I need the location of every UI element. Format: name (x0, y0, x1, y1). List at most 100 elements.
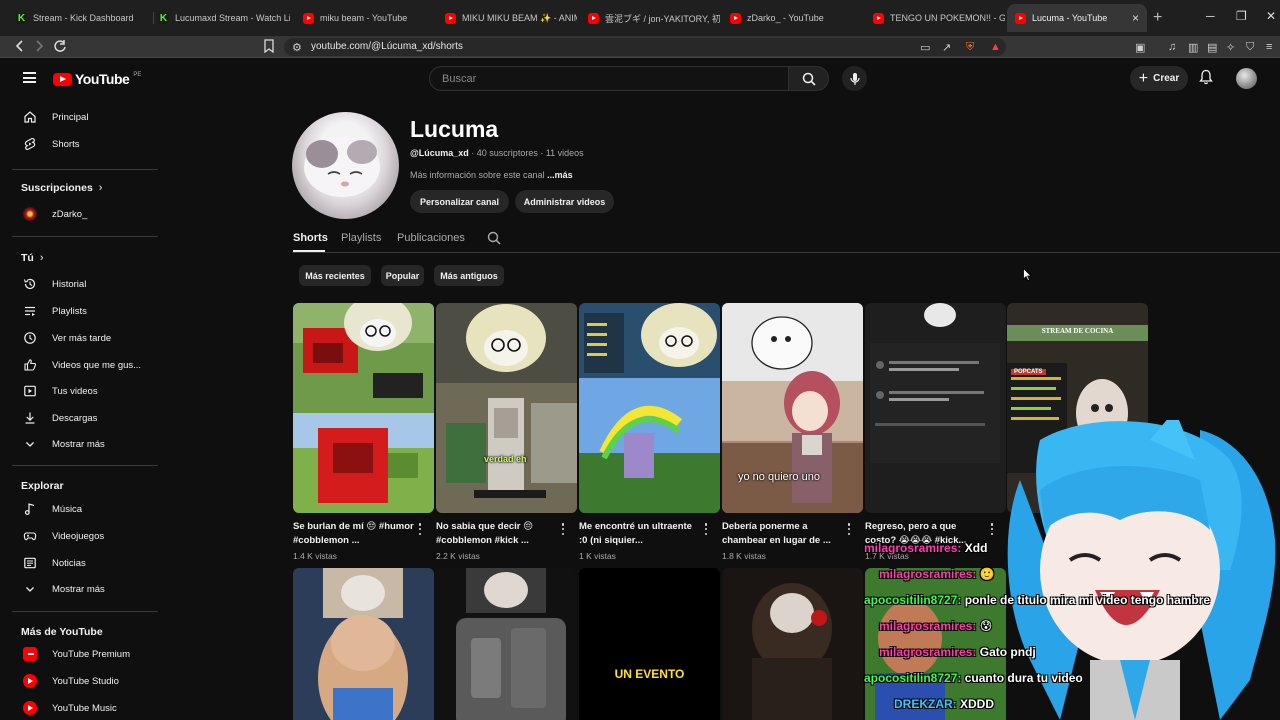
back-button[interactable] (14, 39, 26, 56)
browser-tab-active[interactable]: Lucuma - YouTube × (1007, 4, 1147, 32)
extension-icon[interactable]: ▣ (1135, 41, 1145, 54)
window-close-button[interactable]: ✕ (1266, 9, 1276, 23)
media-icon[interactable]: ♫ (1168, 41, 1176, 53)
tab-playlists[interactable]: Playlists (341, 232, 381, 244)
leo-icon[interactable]: ✧ (1226, 41, 1235, 54)
sidebar-item-playlists[interactable]: Playlists (9, 298, 157, 324)
short-title[interactable]: Me encontré un ultraente :0 (ni siquier.… (579, 520, 701, 548)
sidebar-item-your-videos[interactable]: Tus videos (9, 378, 157, 404)
reload-icon (54, 40, 66, 52)
short-card[interactable]: Se burlan de mí 😔 #humor #cobblemon ... … (293, 303, 434, 563)
you-header[interactable]: Tú › (21, 252, 44, 264)
short-title[interactable]: Debería ponerme a chambear en lugar de .… (722, 520, 844, 548)
channel-avatar[interactable] (292, 112, 399, 219)
sidebar-item-label: YouTube Studio (52, 675, 119, 687)
chip-oldest[interactable]: Más antiguos (434, 265, 504, 286)
sidebar-item-history[interactable]: Historial (9, 271, 157, 297)
short-thumbnail[interactable] (722, 568, 863, 720)
browser-tab[interactable]: miku beam - YouTube (295, 4, 435, 32)
youtube-icon (588, 12, 599, 24)
sidebar-item-youtube-premium[interactable]: YouTube Premium (9, 641, 157, 667)
sidebar-item-youtube-music[interactable]: YouTube Music (9, 695, 157, 720)
customize-channel-button[interactable]: Personalizar canal (410, 190, 509, 213)
sidebar-item-home[interactable]: Principal (9, 104, 157, 130)
menu-icon[interactable]: ≡ (1266, 41, 1272, 53)
site-settings-icon[interactable]: ⚙ (292, 41, 302, 54)
brave-shield-icon[interactable]: ⛨ (966, 41, 974, 54)
chip-latest[interactable]: Más recientes (299, 265, 371, 286)
more-options-icon[interactable] (847, 523, 851, 535)
browser-tab[interactable]: K Stream - Kick Dashboard (8, 4, 153, 32)
short-thumbnail[interactable] (436, 568, 577, 720)
short-title[interactable]: Se burlan de mí 😔 #humor #cobblemon ... (293, 520, 415, 548)
tab-label: 雲泥ブギ / jon-YAKITORY, 初音 (605, 13, 720, 24)
voice-search-button[interactable] (842, 66, 867, 91)
sidebar-item-downloads[interactable]: Descargas (9, 405, 157, 431)
manage-videos-button[interactable]: Administrar videos (515, 190, 614, 213)
sidebar-item-zdarko[interactable]: zDarko_ (9, 201, 157, 227)
sidebar-item-news[interactable]: Noticias (9, 550, 157, 576)
short-thumbnail[interactable] (579, 303, 720, 513)
search-input[interactable] (430, 67, 788, 90)
bookmark-button[interactable] (264, 39, 274, 56)
short-card[interactable]: yo no quiero uno Debería ponerme a chamb… (722, 303, 863, 563)
url-field[interactable]: ⚙ youtube.com/@Lúcuma_xd/shorts ▭ ↗ ⛨ ▲ (284, 38, 1006, 56)
tab-publicaciones[interactable]: Publicaciones (397, 232, 465, 244)
short-title[interactable]: No sabia que decir 😔 #cobblemon #kick ..… (436, 520, 558, 548)
short-thumbnail[interactable] (865, 303, 1006, 513)
more-options-icon[interactable] (561, 523, 565, 535)
channel-search-button[interactable] (487, 231, 501, 250)
short-card[interactable]: Regreso, pero a que costo? 😭😭😭 #kick... … (865, 303, 1006, 563)
sidebar-divider (12, 236, 158, 237)
sidebar-icon[interactable]: ▥ (1188, 41, 1198, 54)
short-card[interactable]: Me encontré un ultraente :0 (ni siquier.… (579, 303, 720, 563)
more-options-icon[interactable] (990, 523, 994, 535)
browser-tab[interactable]: zDarko_ - YouTube (722, 4, 862, 32)
sidebar-item-gaming[interactable]: Videojuegos (9, 523, 157, 549)
sidebar-item-music[interactable]: Música (9, 496, 157, 522)
short-thumbnail[interactable] (293, 568, 434, 720)
sidebar-item-watch-later[interactable]: Ver más tarde (9, 325, 157, 351)
close-icon[interactable]: × (1132, 11, 1139, 25)
browser-tab[interactable]: TENGO UN POKEMON!! - GYM (865, 4, 1005, 32)
more-options-icon[interactable] (418, 523, 422, 535)
chip-popular[interactable]: Popular (381, 265, 424, 286)
new-tab-button[interactable]: + (1153, 9, 1162, 27)
cast-icon[interactable]: ▭ (920, 41, 930, 54)
short-card[interactable]: verdad eh No sabia que decir 😔 #cobblemo… (436, 303, 577, 563)
brave-rewards-icon[interactable]: ▲ (990, 41, 1001, 53)
short-thumbnail[interactable] (293, 303, 434, 513)
kick-icon: K (158, 12, 169, 24)
wallet-icon[interactable]: ▤ (1207, 41, 1217, 54)
sidebar-item-youtube-studio[interactable]: YouTube Studio (9, 668, 157, 694)
short-thumbnail[interactable]: UN EVENTO (579, 568, 720, 720)
notifications-button[interactable] (1199, 69, 1213, 90)
maximize-button[interactable]: ❐ (1236, 9, 1247, 23)
hamburger-menu-icon[interactable] (23, 72, 36, 83)
browser-tab[interactable]: 雲泥ブギ / jon-YAKITORY, 初音 (580, 4, 720, 32)
sidebar-item-shorts[interactable]: Shorts (9, 131, 157, 157)
share-icon[interactable]: ↗ (942, 41, 951, 54)
sidebar-item-show-more-explore[interactable]: Mostrar más (9, 576, 157, 602)
youtube-logo[interactable]: YouTube PE (53, 71, 141, 87)
account-avatar[interactable] (1236, 68, 1257, 89)
chat-message: DREKZAR: XDDD (894, 697, 994, 711)
more-link[interactable]: ...más (547, 170, 573, 180)
browser-tab[interactable]: MIKU MIKU BEAM ✨ - ANIMAT (437, 4, 577, 32)
search-button[interactable] (788, 66, 829, 91)
forward-button[interactable] (33, 39, 45, 56)
short-thumbnail[interactable]: verdad eh (436, 303, 577, 513)
vpn-icon[interactable]: ⛉ (1246, 41, 1254, 54)
sidebar-item-liked-videos[interactable]: Videos que me gus... (9, 352, 157, 378)
back-arrow-icon (15, 40, 23, 52)
sidebar-item-show-more[interactable]: Mostrar más (9, 431, 157, 457)
tab-shorts[interactable]: Shorts (293, 232, 328, 244)
short-thumbnail[interactable]: yo no quiero uno (722, 303, 863, 513)
channel-description[interactable]: Más información sobre este canal ...más (410, 170, 573, 180)
more-options-icon[interactable] (704, 523, 708, 535)
browser-tab[interactable]: K Lucumaxd Stream - Watch Live (150, 4, 290, 32)
create-button[interactable]: + Crear (1130, 66, 1188, 91)
reload-button[interactable] (53, 39, 67, 56)
minimize-button[interactable]: ─ (1206, 9, 1215, 23)
subscriptions-header[interactable]: Suscripciones › (21, 182, 102, 194)
